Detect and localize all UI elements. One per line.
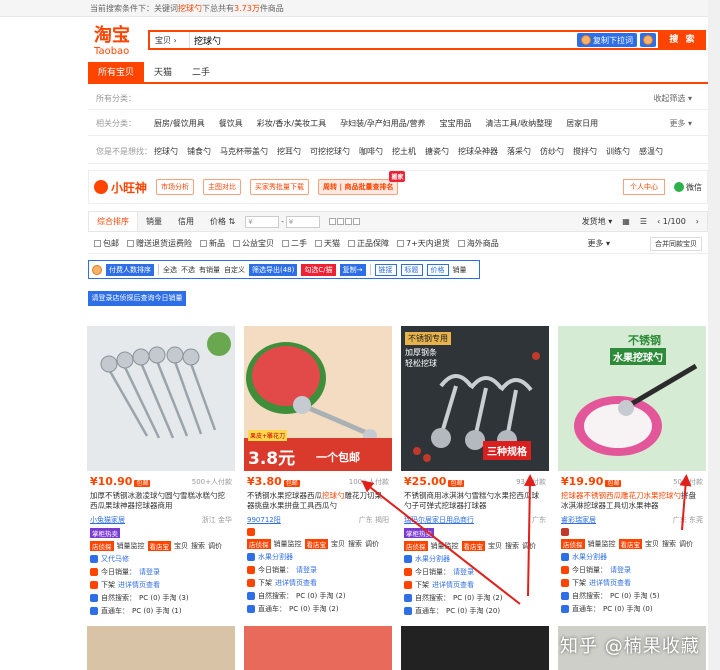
product-thumbnail[interactable] <box>87 626 235 670</box>
zhihu-watermark: 知乎 @楠果收藏 <box>560 636 700 657</box>
annotation-arrows <box>361 474 692 605</box>
page-scrollbar[interactable] <box>708 0 720 670</box>
product-thumbnail[interactable] <box>244 626 392 670</box>
product-thumbnail[interactable] <box>401 626 549 670</box>
